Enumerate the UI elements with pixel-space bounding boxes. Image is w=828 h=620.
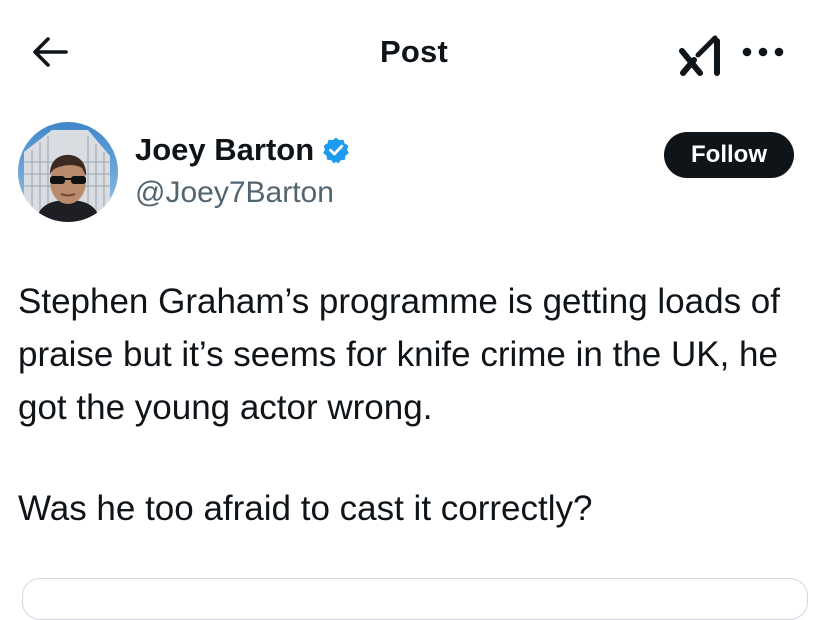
post-paragraph: Was he too afraid to cast it correctly? [18,489,593,528]
more-horizontal-icon [741,45,785,63]
follow-button[interactable]: Follow [664,132,794,178]
avatar[interactable] [18,122,118,222]
author-name-row[interactable]: Joey Barton [135,132,350,168]
top-bar: Post [0,0,828,100]
quoted-card-edge[interactable] [22,578,808,620]
grok-button[interactable] [676,35,726,82]
post-paragraph: Stephen Graham’s programme is getting lo… [18,282,780,427]
more-options-button[interactable] [738,36,788,72]
post-text: Stephen Graham’s programme is getting lo… [18,275,818,535]
author-header: Joey Barton @Joey7Barton Follow [18,122,810,228]
verified-badge-icon [322,136,350,164]
grok-logo-icon [679,35,723,82]
author-display-name: Joey Barton [135,132,315,167]
author-handle[interactable]: @Joey7Barton [135,176,334,210]
